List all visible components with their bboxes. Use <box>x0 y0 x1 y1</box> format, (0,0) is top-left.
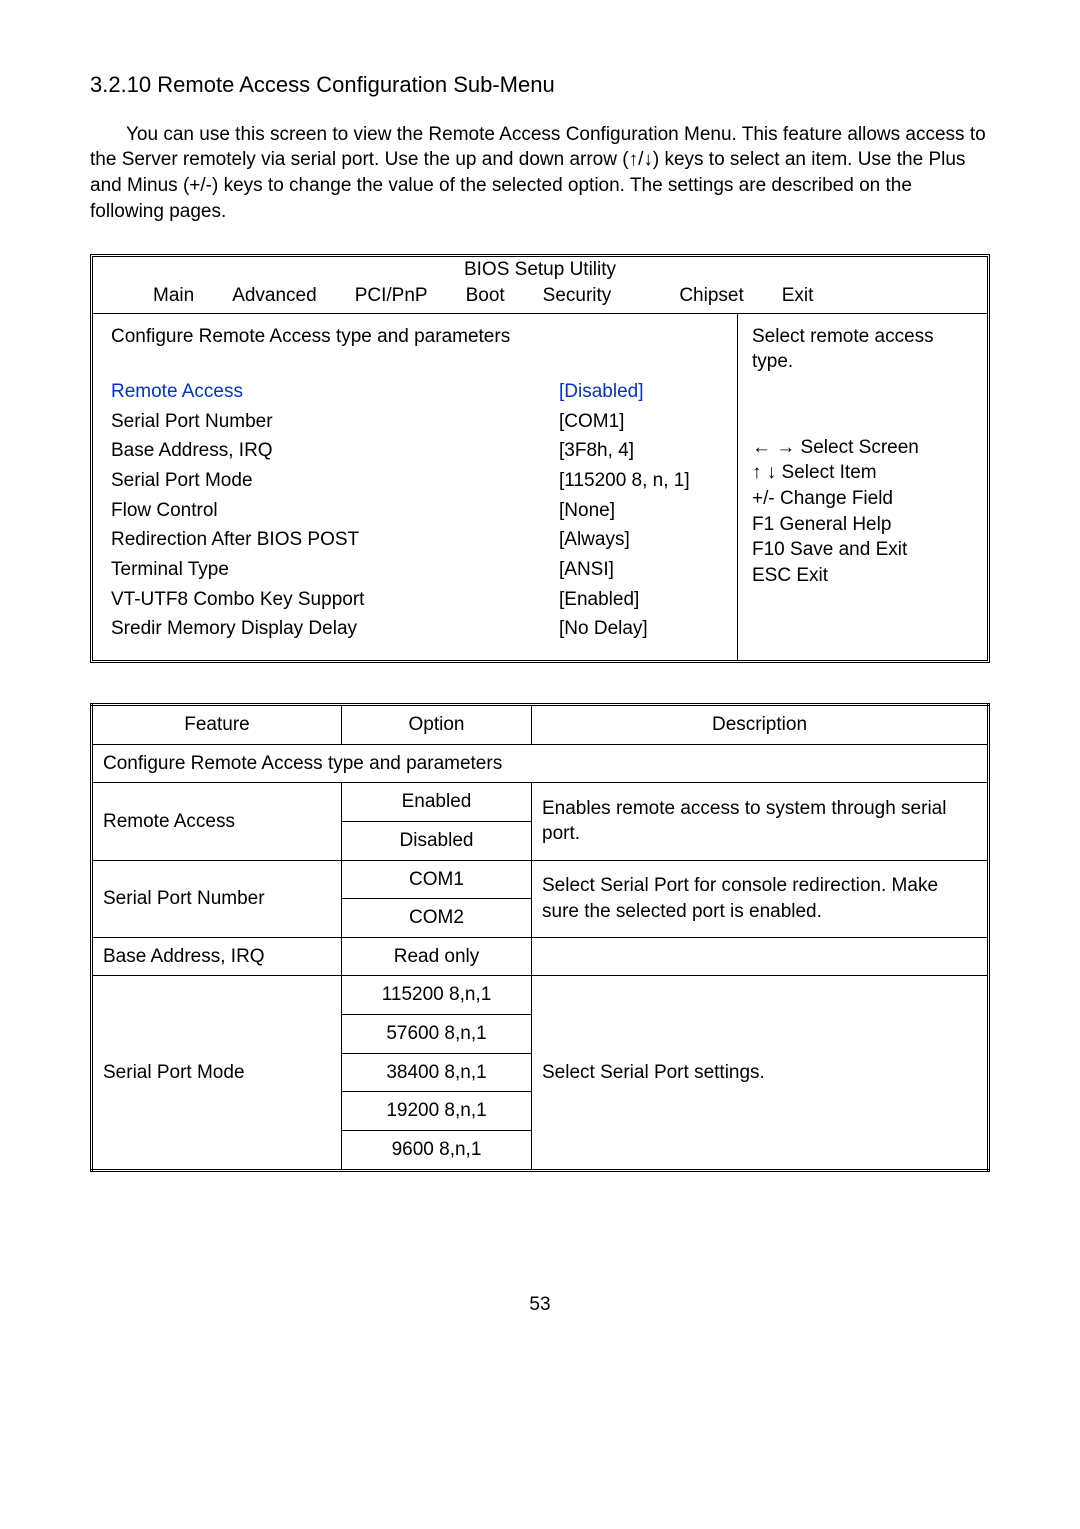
feature-table: Feature Option Description Configure Rem… <box>90 703 990 1172</box>
description-cell: Select Serial Port settings. <box>532 976 989 1170</box>
intro-paragraph: You can use this screen to view the Remo… <box>90 122 990 225</box>
bios-menu-item: Advanced <box>232 283 317 309</box>
bios-legend-line: F10 Save and Exit <box>752 537 973 563</box>
bios-settings-grid: Remote Access [Disabled] Serial Port Num… <box>111 379 719 642</box>
feature-cell: Serial Port Number <box>92 860 342 937</box>
option-cell: 19200 8,n,1 <box>342 1092 532 1131</box>
section-heading: 3.2.10 Remote Access Configuration Sub-M… <box>90 70 990 100</box>
bios-legend: ← → Select Screen ↑ ↓ Select Item +/- Ch… <box>752 435 973 589</box>
bios-menu-item: Boot <box>466 283 505 309</box>
option-cell: 57600 8,n,1 <box>342 1015 532 1054</box>
feature-cell: Serial Port Mode <box>92 976 342 1170</box>
bios-config-title: Configure Remote Access type and paramet… <box>111 324 719 350</box>
bios-legend-line: +/- Change Field <box>752 486 973 512</box>
table-header-option: Option <box>342 704 532 744</box>
option-cell: COM2 <box>342 899 532 938</box>
bios-setting-label: Sredir Memory Display Delay <box>111 616 539 642</box>
bios-menu-item: Security <box>543 283 612 309</box>
feature-cell: Remote Access <box>92 783 342 860</box>
table-row: Base Address, IRQ Read only <box>92 937 989 976</box>
bios-setting-label: VT-UTF8 Combo Key Support <box>111 587 539 613</box>
bios-left-panel: Configure Remote Access type and paramet… <box>93 314 737 660</box>
bios-setting-label: Base Address, IRQ <box>111 438 539 464</box>
bios-setting-value: [Enabled] <box>559 587 719 613</box>
bios-setting-label: Flow Control <box>111 498 539 524</box>
bios-menu-row: Main Advanced PCI/PnP Boot Security Chip… <box>93 283 987 313</box>
option-cell: 9600 8,n,1 <box>342 1130 532 1170</box>
option-cell: Read only <box>342 937 532 976</box>
table-row: Remote Access Enabled Enables remote acc… <box>92 783 989 822</box>
bios-setting-value: [115200 8, n, 1] <box>559 468 719 494</box>
bios-menu-item: Main <box>153 283 194 309</box>
bios-setting-value: [Disabled] <box>559 379 719 405</box>
bios-setting-label: Redirection After BIOS POST <box>111 527 539 553</box>
feature-cell: Base Address, IRQ <box>92 937 342 976</box>
bios-right-hint: Select remote access type. <box>752 324 973 375</box>
option-cell: Enabled <box>342 783 532 822</box>
bios-legend-line: ESC Exit <box>752 563 973 589</box>
bios-setting-label: Terminal Type <box>111 557 539 583</box>
option-cell: COM1 <box>342 860 532 899</box>
bios-setting-value: [No Delay] <box>559 616 719 642</box>
bios-setting-label: Serial Port Number <box>111 409 539 435</box>
option-cell: Disabled <box>342 821 532 860</box>
description-cell: Select Serial Port for console redirecti… <box>532 860 989 937</box>
table-header-feature: Feature <box>92 704 342 744</box>
bios-setting-label: Serial Port Mode <box>111 468 539 494</box>
bios-title: BIOS Setup Utility <box>93 257 987 283</box>
table-row: Serial Port Number COM1 Select Serial Po… <box>92 860 989 899</box>
bios-setting-value: [None] <box>559 498 719 524</box>
page-number: 53 <box>90 1292 990 1318</box>
bios-legend-line: ↑ ↓ Select Item <box>752 460 973 486</box>
table-section-row: Configure Remote Access type and paramet… <box>92 744 989 783</box>
description-cell <box>532 937 989 976</box>
bios-right-panel: Select remote access type. ← → Select Sc… <box>737 314 987 660</box>
option-cell: 38400 8,n,1 <box>342 1053 532 1092</box>
bios-menu-item: Chipset <box>679 283 743 309</box>
bios-menu-item: PCI/PnP <box>355 283 428 309</box>
table-header-description: Description <box>532 704 989 744</box>
description-cell: Enables remote access to system through … <box>532 783 989 860</box>
bios-menu-item: Exit <box>782 283 814 309</box>
bios-setting-label: Remote Access <box>111 379 539 405</box>
table-row: Serial Port Mode 115200 8,n,1 Select Ser… <box>92 976 989 1015</box>
bios-setting-value: [COM1] <box>559 409 719 435</box>
table-header-row: Feature Option Description <box>92 704 989 744</box>
option-cell: 115200 8,n,1 <box>342 976 532 1015</box>
bios-setting-value: [ANSI] <box>559 557 719 583</box>
bios-setting-value: [Always] <box>559 527 719 553</box>
bios-legend-line: ← → Select Screen <box>752 435 973 461</box>
bios-legend-line: F1 General Help <box>752 512 973 538</box>
bios-setup-box: BIOS Setup Utility Main Advanced PCI/PnP… <box>90 254 990 663</box>
bios-setting-value: [3F8h, 4] <box>559 438 719 464</box>
table-section-title: Configure Remote Access type and paramet… <box>92 744 989 783</box>
